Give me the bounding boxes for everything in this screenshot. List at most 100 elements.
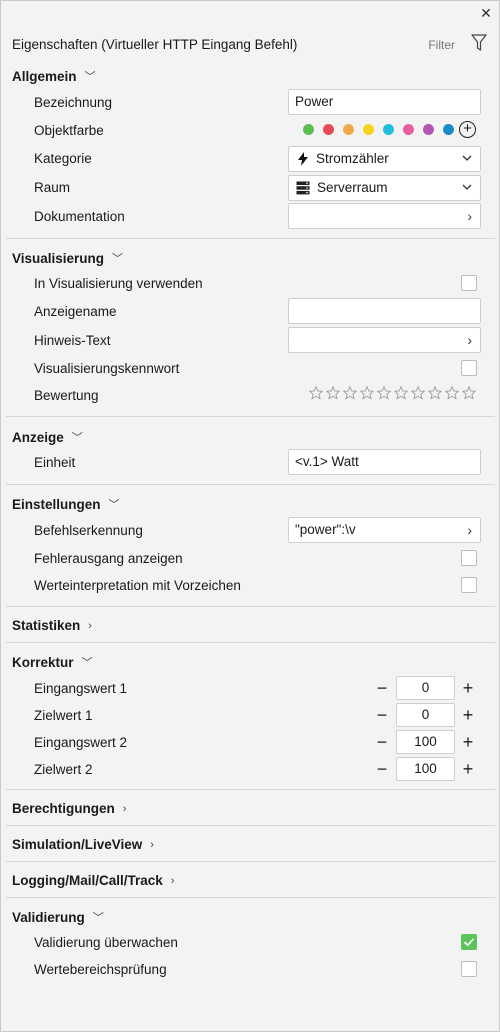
wertebereich-label: Wertebereichsprüfung bbox=[34, 962, 167, 977]
korrektur-input[interactable]: 100 bbox=[396, 757, 455, 781]
section-logging[interactable]: Logging/Mail/Call/Track › bbox=[12, 873, 174, 888]
befehlserkennung-field[interactable]: "power":\v › bbox=[288, 517, 481, 543]
bezeichnung-input[interactable]: Power bbox=[288, 89, 481, 115]
dokumentation-field[interactable]: › bbox=[288, 203, 481, 229]
section-einstellungen-label: Einstellungen bbox=[12, 497, 101, 512]
dokumentation-label: Dokumentation bbox=[34, 209, 125, 224]
color-swatch[interactable] bbox=[343, 124, 354, 135]
color-swatch[interactable] bbox=[303, 124, 314, 135]
star-icon[interactable] bbox=[411, 386, 425, 400]
raum-value: Serverraum bbox=[317, 180, 388, 195]
kennwort-label: Visualisierungskennwort bbox=[34, 361, 180, 376]
section-anzeige[interactable]: Anzeige ﹀ bbox=[12, 429, 83, 445]
decrement-button[interactable]: − bbox=[375, 679, 389, 697]
section-validierung-label: Validierung bbox=[12, 910, 85, 925]
lightning-icon bbox=[298, 152, 308, 166]
fehlerausgang-checkbox[interactable] bbox=[461, 550, 477, 566]
divider bbox=[6, 642, 495, 643]
section-einstellungen[interactable]: Einstellungen ﹀ bbox=[12, 496, 120, 512]
divider bbox=[6, 861, 495, 862]
star-icon[interactable] bbox=[377, 386, 391, 400]
chevron-right-icon: › bbox=[467, 332, 472, 348]
einheit-input[interactable]: <v.1> Watt bbox=[288, 449, 481, 475]
vorzeichen-label: Werteinterpretation mit Vorzeichen bbox=[34, 578, 241, 593]
star-icon[interactable] bbox=[428, 386, 442, 400]
section-simulation[interactable]: Simulation/LiveView › bbox=[12, 837, 154, 852]
section-statistiken-label: Statistiken bbox=[12, 618, 81, 633]
decrement-button[interactable]: − bbox=[375, 706, 389, 724]
divider bbox=[6, 897, 495, 898]
section-korrektur[interactable]: Korrektur ﹀ bbox=[12, 654, 93, 670]
close-icon[interactable]: ✕ bbox=[479, 6, 493, 20]
anzeigename-label: Anzeigename bbox=[34, 304, 117, 319]
section-korrektur-label: Korrektur bbox=[12, 655, 74, 670]
increment-button[interactable]: + bbox=[461, 733, 475, 751]
vorzeichen-checkbox[interactable] bbox=[461, 577, 477, 593]
visualisierung-verwenden-checkbox[interactable] bbox=[461, 275, 477, 291]
kategorie-label: Kategorie bbox=[34, 151, 92, 166]
checkmark-icon bbox=[463, 938, 475, 947]
divider bbox=[6, 825, 495, 826]
divider bbox=[6, 606, 495, 607]
star-icon[interactable] bbox=[309, 386, 323, 400]
raum-select[interactable]: Serverraum bbox=[288, 175, 481, 201]
validierung-ueberwachen-checkbox[interactable] bbox=[461, 934, 477, 950]
bewertung-label: Bewertung bbox=[34, 388, 99, 403]
star-icon[interactable] bbox=[360, 386, 374, 400]
star-icon[interactable] bbox=[343, 386, 357, 400]
chevron-right-icon: › bbox=[467, 208, 472, 224]
decrement-button[interactable]: − bbox=[375, 733, 389, 751]
decrement-button[interactable]: − bbox=[375, 760, 389, 778]
anzeigename-input[interactable] bbox=[288, 298, 481, 324]
section-visualisierung-label: Visualisierung bbox=[12, 251, 105, 266]
divider bbox=[6, 416, 495, 417]
chevron-down-icon: ﹀ bbox=[108, 499, 120, 511]
filter-icon[interactable] bbox=[471, 34, 487, 52]
star-icon[interactable] bbox=[326, 386, 340, 400]
chevron-down-icon bbox=[462, 155, 472, 161]
kategorie-select[interactable]: Stromzähler bbox=[288, 146, 481, 172]
color-swatch[interactable] bbox=[443, 124, 454, 135]
chevron-right-icon: › bbox=[88, 620, 92, 632]
section-berechtigungen-label: Berechtigungen bbox=[12, 801, 115, 816]
color-swatch[interactable] bbox=[383, 124, 394, 135]
add-color-icon[interactable]: + bbox=[459, 121, 476, 138]
chevron-down-icon bbox=[462, 184, 472, 190]
korrektur-input[interactable]: 100 bbox=[396, 730, 455, 754]
befehlserkennung-label: Befehlserkennung bbox=[34, 523, 143, 538]
star-icon[interactable] bbox=[462, 386, 476, 400]
rating-stars[interactable] bbox=[309, 386, 479, 402]
section-visualisierung[interactable]: Visualisierung ﹀ bbox=[12, 250, 123, 266]
section-validierung[interactable]: Validierung ﹀ bbox=[12, 909, 104, 925]
chevron-down-icon: ﹀ bbox=[81, 657, 93, 669]
increment-button[interactable]: + bbox=[461, 679, 475, 697]
validierung-ueberwachen-label: Validierung überwachen bbox=[34, 935, 178, 950]
raum-label: Raum bbox=[34, 180, 71, 195]
hinweis-label: Hinweis-Text bbox=[34, 333, 111, 348]
section-allgemein-label: Allgemein bbox=[12, 69, 77, 84]
korrektur-input[interactable]: 0 bbox=[396, 676, 455, 700]
wertebereich-checkbox[interactable] bbox=[461, 961, 477, 977]
color-swatch[interactable] bbox=[363, 124, 374, 135]
chevron-down-icon: ﹀ bbox=[112, 253, 124, 265]
korrektur-label: Eingangswert 1 bbox=[34, 681, 128, 696]
increment-button[interactable]: + bbox=[461, 706, 475, 724]
color-swatch[interactable] bbox=[323, 124, 334, 135]
section-berechtigungen[interactable]: Berechtigungen › bbox=[12, 801, 126, 816]
color-swatch[interactable] bbox=[423, 124, 434, 135]
hinweis-field[interactable]: › bbox=[288, 327, 481, 353]
star-icon[interactable] bbox=[394, 386, 408, 400]
section-allgemein[interactable]: Allgemein ﹀ bbox=[12, 68, 96, 84]
divider bbox=[6, 484, 495, 485]
kennwort-checkbox[interactable] bbox=[461, 360, 477, 376]
star-icon[interactable] bbox=[445, 386, 459, 400]
visualisierung-verwenden-label: In Visualisierung verwenden bbox=[34, 276, 203, 291]
color-swatch[interactable] bbox=[403, 124, 414, 135]
section-statistiken[interactable]: Statistiken › bbox=[12, 618, 92, 633]
increment-button[interactable]: + bbox=[461, 760, 475, 778]
korrektur-label: Zielwert 1 bbox=[34, 708, 93, 723]
korrektur-input[interactable]: 0 bbox=[396, 703, 455, 727]
filter-label[interactable]: Filter bbox=[428, 38, 455, 52]
properties-panel: ✕ Eigenschaften (Virtueller HTTP Eingang… bbox=[0, 0, 500, 1032]
server-icon bbox=[296, 181, 310, 195]
